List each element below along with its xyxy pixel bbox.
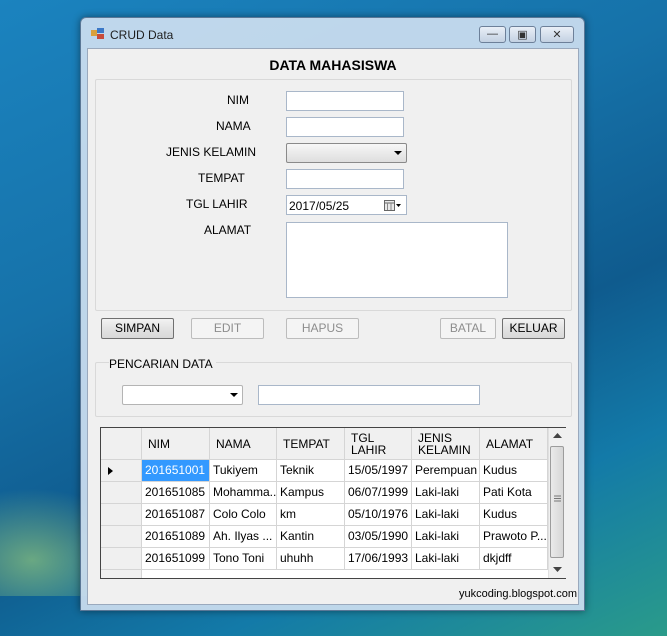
search-group-label: PENCARIAN DATA [109,357,216,371]
cell-tempat[interactable]: Kampus [277,482,345,504]
column-header-alamat[interactable]: ALAMAT [480,428,548,460]
close-button[interactable]: ✕ [540,26,574,43]
row-header[interactable] [101,504,142,526]
column-header-tempat[interactable]: TEMPAT [277,428,345,460]
form-client-area: DATA MAHASISWA NIM NAMA JENIS KELAMIN TE… [87,48,579,605]
nama-input[interactable] [286,117,404,137]
cell-alamat[interactable]: Kudus [480,460,548,482]
cell-nama[interactable]: Tono Toni [210,548,277,570]
tgl-lahir-datepicker[interactable]: 2017/05/25 [286,195,407,215]
current-row-icon [108,467,113,475]
column-header-nim[interactable]: NIM [142,428,210,460]
footer-credit: yukcoding.blogspot.com [459,588,578,600]
cell-tempat[interactable]: Teknik [277,460,345,482]
jenis-kelamin-label: JENIS KELAMIN [166,145,257,159]
cell-tgl-lahir[interactable]: 15/05/1997 [345,460,412,482]
column-header-tgl-lahir[interactable]: TGL LAHIR [345,428,412,460]
tempat-label: TEMPAT [198,171,245,185]
hapus-button[interactable]: HAPUS [286,318,359,339]
crud-window: CRUD Data — ▣ ✕ DATA MAHASISWA NIM NAMA … [80,17,585,611]
cell-nim[interactable]: 201651099 [142,548,210,570]
scroll-down-icon[interactable] [553,567,562,572]
cell-nim[interactable]: 201651001 [142,460,210,482]
cell-tempat[interactable]: km [277,504,345,526]
jenis-kelamin-select[interactable] [286,143,407,163]
maximize-icon: ▣ [517,29,528,41]
edit-button[interactable]: EDIT [191,318,264,339]
cell-alamat[interactable]: Prawoto P... [480,526,548,548]
grid-viewport: NIM NAMA TEMPAT TGL LAHIR JENIS KELAMIN … [101,428,548,578]
cell-tempat[interactable]: uhuhh [277,548,345,570]
cell-nama[interactable]: Colo Colo [210,504,277,526]
minimize-button[interactable]: — [479,26,506,43]
vertical-scrollbar[interactable] [548,428,566,578]
cell-tgl-lahir[interactable]: 06/07/1999 [345,482,412,504]
form-heading: DATA MAHASISWA [269,57,397,73]
cell-tgl-lahir[interactable]: 05/10/1976 [345,504,412,526]
cell-nim[interactable]: 201651087 [142,504,210,526]
row-header[interactable] [101,570,142,578]
tgl-lahir-label: TGL LAHIR [186,197,248,211]
grid-corner [101,428,142,460]
cell-jenis-kelamin[interactable]: Laki-laki [412,504,480,526]
nim-label: NIM [227,93,249,107]
nama-label: NAMA [216,119,251,133]
calendar-icon[interactable] [384,200,402,211]
minimize-icon: — [487,28,498,40]
close-icon: ✕ [552,29,562,41]
cell-alamat[interactable]: dkjdff [480,548,548,570]
cell-jenis-kelamin[interactable]: Perempuan [412,460,480,482]
row-header[interactable] [101,460,142,482]
cell-nim[interactable]: 201651089 [142,526,210,548]
cell-nim[interactable]: 201651085 [142,482,210,504]
column-header-nama[interactable]: NAMA [210,428,277,460]
cell-alamat[interactable]: Kudus [480,504,548,526]
window-title: CRUD Data [110,28,174,42]
cell-nama[interactable]: Mohamma... [210,482,277,504]
search-input[interactable] [258,385,480,405]
column-header-jenis-kelamin[interactable]: JENIS KELAMIN [412,428,480,460]
data-grid[interactable]: NIM NAMA TEMPAT TGL LAHIR JENIS KELAMIN … [100,427,566,579]
scroll-thumb[interactable] [550,446,564,558]
cell-nama[interactable]: Tukiyem [210,460,277,482]
cell-tempat[interactable]: Kantin [277,526,345,548]
maximize-button[interactable]: ▣ [509,26,536,43]
keluar-button[interactable]: KELUAR [502,318,565,339]
cell-tgl-lahir[interactable]: 17/06/1993 [345,548,412,570]
search-field-select[interactable] [122,385,243,405]
title-bar[interactable]: CRUD Data — ▣ ✕ [81,18,584,48]
cell-nama[interactable]: Ah. Ilyas ... [210,526,277,548]
row-header[interactable] [101,482,142,504]
scroll-up-icon[interactable] [553,433,562,438]
chevron-down-icon [230,393,238,397]
row-header[interactable] [101,526,142,548]
nim-input[interactable] [286,91,404,111]
simpan-button[interactable]: SIMPAN [101,318,174,339]
cell-jenis-kelamin[interactable]: Laki-laki [412,482,480,504]
tgl-lahir-value: 2017/05/25 [289,199,350,213]
app-icon [91,28,104,39]
tempat-input[interactable] [286,169,404,189]
alamat-textarea[interactable] [286,222,508,298]
row-header[interactable] [101,548,142,570]
grip-icon [554,495,561,502]
cell-jenis-kelamin[interactable]: Laki-laki [412,526,480,548]
batal-button[interactable]: BATAL [440,318,496,339]
cell-alamat[interactable]: Pati Kota [480,482,548,504]
chevron-down-icon [394,151,402,155]
cell-tgl-lahir[interactable]: 03/05/1990 [345,526,412,548]
cell-jenis-kelamin[interactable]: Laki-laki [412,548,480,570]
alamat-label: ALAMAT [204,223,252,237]
